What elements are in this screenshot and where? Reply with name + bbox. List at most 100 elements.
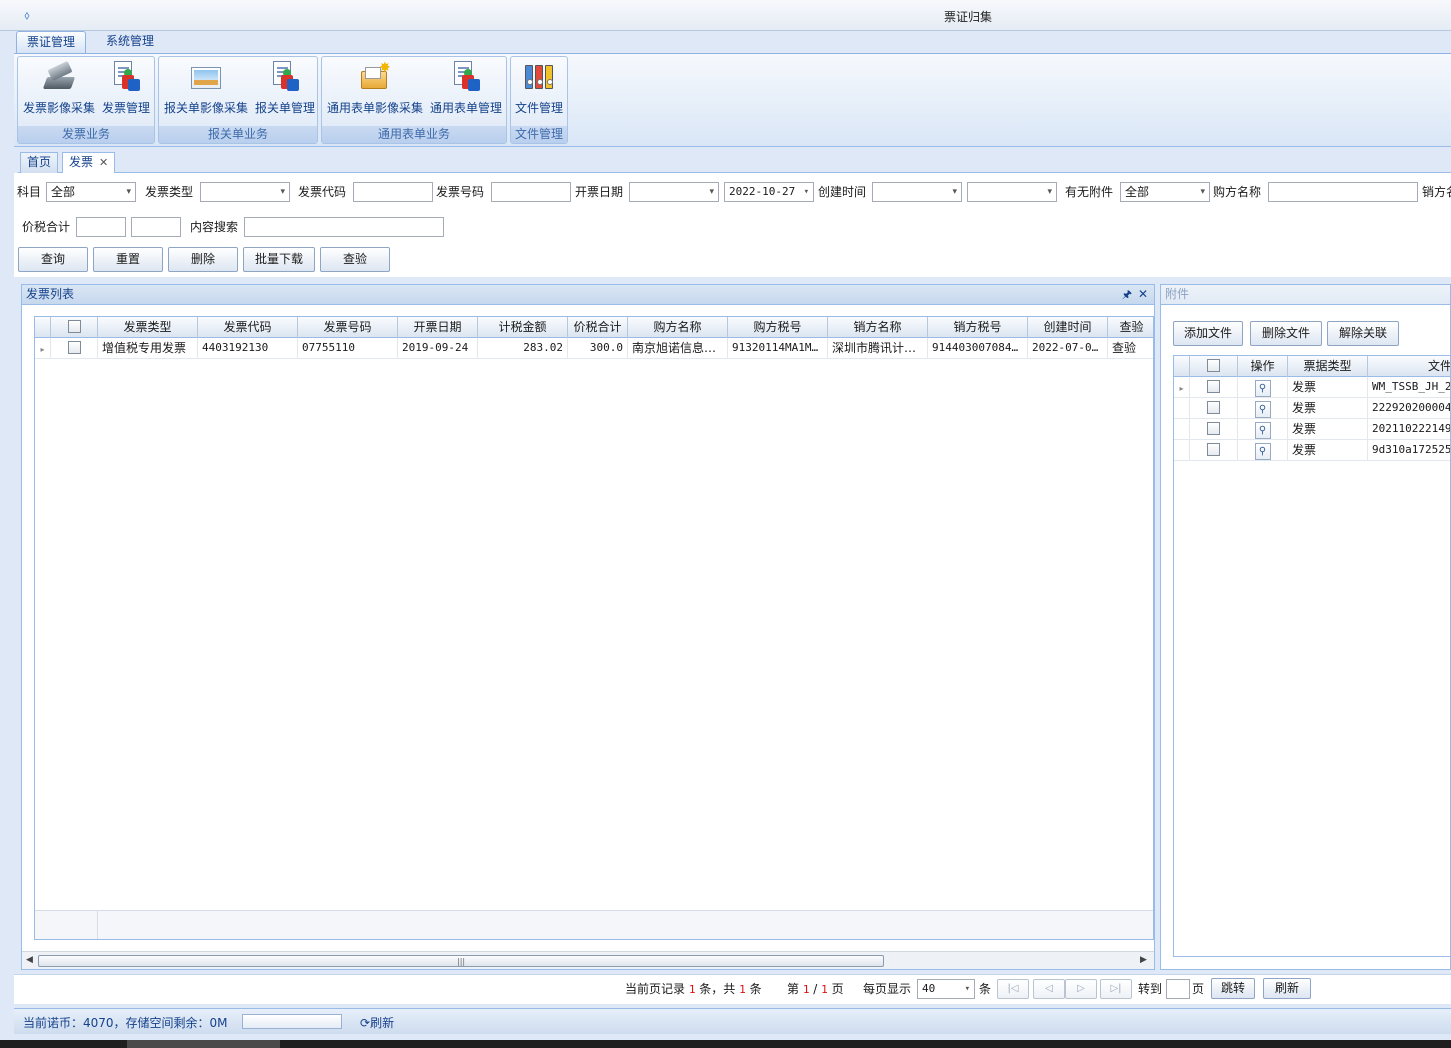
page-indicator: 第 1 / 1 页 xyxy=(787,982,844,996)
column-header[interactable]: 创建时间 xyxy=(1028,317,1108,338)
form-management-button[interactable]: 通用表单管理 xyxy=(428,59,504,123)
invoice-number-input[interactable] xyxy=(491,182,571,202)
record-summary: 当前页记录 1 条，共 1 条 xyxy=(625,982,762,996)
issue-date-to-picker[interactable]: 2022-10-27 xyxy=(724,182,814,202)
verify-button[interactable]: 查验 xyxy=(320,247,390,272)
status-refresh-button[interactable]: ⟳刷新 xyxy=(360,1014,394,1031)
horizontal-scrollbar[interactable]: ◀ ||| ▶ xyxy=(22,951,1154,969)
invoice-type-select[interactable] xyxy=(200,182,290,202)
invoice-image-capture-button[interactable]: 发票影像采集 xyxy=(21,59,97,123)
attachment-title: 附件 xyxy=(1161,285,1450,305)
goto-button[interactable]: 跳转 xyxy=(1211,978,1255,999)
total-pages: 1 xyxy=(821,983,828,996)
goto-page-input[interactable] xyxy=(1166,979,1190,999)
document-tab-strip: 首页 发票 ✕ xyxy=(18,151,1451,174)
unlink-button[interactable]: 解除关联 xyxy=(1327,321,1399,346)
attachment-grid: 操作 票据类型 文件 ▸ ⚲ 发票 WM_TSSB_JH_20 ⚲ 发票 222… xyxy=(1173,355,1451,957)
add-file-button[interactable]: 添加文件 xyxy=(1173,321,1243,346)
column-header[interactable]: 发票类型 xyxy=(98,317,198,338)
tab-home[interactable]: 首页 xyxy=(20,152,59,173)
prev-page-icon[interactable]: ◁ xyxy=(1033,979,1065,999)
column-header[interactable]: 发票号码 xyxy=(298,317,398,338)
row-indicator-icon: ▸ xyxy=(1179,384,1184,393)
refresh-button[interactable]: 刷新 xyxy=(1263,978,1311,999)
seller-name-cell: 深圳市腾讯计… xyxy=(828,338,928,359)
preview-icon[interactable]: ⚲ xyxy=(1254,380,1271,397)
close-icon[interactable]: ✕ xyxy=(1138,285,1148,304)
per-page-label: 每页显示 xyxy=(863,982,912,996)
file-management-button[interactable]: 文件管理 xyxy=(513,59,565,123)
reset-button[interactable]: 重置 xyxy=(93,247,163,272)
list-item[interactable]: ⚲ 发票 2229202000044 xyxy=(1174,398,1450,419)
select-all-checkbox[interactable] xyxy=(67,320,81,333)
row-checkbox[interactable] xyxy=(1207,380,1220,393)
batch-download-button[interactable]: 批量下载 xyxy=(243,247,315,272)
column-header[interactable]: 操作 xyxy=(1238,356,1288,377)
column-header[interactable]: 购方税号 xyxy=(728,317,828,338)
per-page-select[interactable]: 40 xyxy=(917,979,975,999)
query-button[interactable]: 查询 xyxy=(18,247,88,272)
customs-management-button[interactable]: 报关单管理 xyxy=(253,59,317,123)
delete-file-button[interactable]: 删除文件 xyxy=(1250,321,1322,346)
list-item[interactable]: ▸ ⚲ 发票 WM_TSSB_JH_20 xyxy=(1174,377,1450,398)
select-all-checkbox[interactable] xyxy=(1207,359,1220,372)
ribbon-group-general-form: ✸ 通用表单影像采集 通用表单管理 通用表单业务 xyxy=(321,56,507,144)
column-header[interactable]: 价税合计 xyxy=(568,317,628,338)
row-checkbox[interactable] xyxy=(1207,422,1220,435)
preview-icon[interactable]: ⚲ xyxy=(1254,401,1271,418)
close-icon[interactable]: ✕ xyxy=(99,156,108,169)
column-header[interactable]: 文件 xyxy=(1368,356,1450,377)
buyer-tax-cell: 91320114MA1MR… xyxy=(728,338,828,359)
preview-icon[interactable]: ⚲ xyxy=(1254,422,1271,439)
verify-link[interactable]: 查验 xyxy=(1108,338,1153,359)
list-item[interactable]: ⚲ 发票 9d310a172525c xyxy=(1174,440,1450,461)
window-title: 票证归集 xyxy=(943,10,992,24)
column-header[interactable]: 发票代码 xyxy=(198,317,298,338)
invoice-code-label: 发票代码 xyxy=(298,185,347,199)
scroll-right-icon[interactable]: ▶ xyxy=(1140,955,1147,965)
scroll-left-icon[interactable]: ◀ xyxy=(26,955,33,965)
scrollbar-thumb[interactable]: ||| xyxy=(38,955,884,967)
invoice-number-label: 发票号码 xyxy=(436,185,485,199)
first-page-icon[interactable]: |◁ xyxy=(997,979,1029,999)
row-checkbox[interactable] xyxy=(67,341,81,354)
preview-icon[interactable]: ⚲ xyxy=(1254,443,1271,460)
next-page-icon[interactable]: ▷ xyxy=(1065,979,1097,999)
form-image-capture-button[interactable]: ✸ 通用表单影像采集 xyxy=(325,59,425,123)
attachment-select[interactable]: 全部 xyxy=(1120,182,1210,202)
delete-button[interactable]: 删除 xyxy=(168,247,238,272)
list-item[interactable]: ⚲ 发票 2021102221495 xyxy=(1174,419,1450,440)
column-header[interactable]: 销方名称 xyxy=(828,317,928,338)
subject-select[interactable]: 全部 xyxy=(46,182,136,202)
column-header[interactable]: 销方税号 xyxy=(928,317,1028,338)
issue-date-from-picker[interactable] xyxy=(629,182,719,202)
column-header[interactable]: 计税金额 xyxy=(478,317,568,338)
issue-date-cell: 2019-09-24 xyxy=(398,338,478,359)
tab-invoice[interactable]: 发票 ✕ xyxy=(62,152,116,174)
created-from-picker[interactable] xyxy=(872,182,962,202)
column-header[interactable]: 购方名称 xyxy=(628,317,728,338)
total-cell: 300.0 xyxy=(568,338,628,359)
created-to-picker[interactable] xyxy=(967,182,1057,202)
invoice-type-label: 发票类型 xyxy=(145,185,194,199)
pin-icon[interactable]: 🖈 xyxy=(1122,285,1132,304)
goto-unit: 页 xyxy=(1192,982,1205,996)
last-page-icon[interactable]: ▷| xyxy=(1100,979,1132,999)
buyer-name-input[interactable] xyxy=(1268,182,1418,202)
customs-image-capture-button[interactable]: 报关单影像采集 xyxy=(162,59,250,123)
total-min-input[interactable] xyxy=(76,217,126,237)
column-header[interactable]: 开票日期 xyxy=(398,317,478,338)
invoice-code-input[interactable] xyxy=(353,182,433,202)
row-checkbox[interactable] xyxy=(1207,401,1220,414)
total-max-input[interactable] xyxy=(131,217,181,237)
content-search-label: 内容搜索 xyxy=(190,220,239,234)
invoice-management-button[interactable]: 发票管理 xyxy=(100,59,152,123)
content-search-input[interactable] xyxy=(244,217,444,237)
title-bar: ⬨ 票证归集 xyxy=(0,0,1451,31)
ribbon-tab-invoice-management[interactable]: 票证管理 xyxy=(16,31,87,53)
column-header[interactable]: 查验 xyxy=(1108,317,1153,338)
table-row[interactable]: ▸ 增值税专用发票 4403192130 07755110 2019-09-24… xyxy=(35,338,1153,359)
column-header[interactable]: 票据类型 xyxy=(1288,356,1368,377)
row-checkbox[interactable] xyxy=(1207,443,1220,456)
ribbon-tab-system-management[interactable]: 系统管理 xyxy=(96,31,164,53)
